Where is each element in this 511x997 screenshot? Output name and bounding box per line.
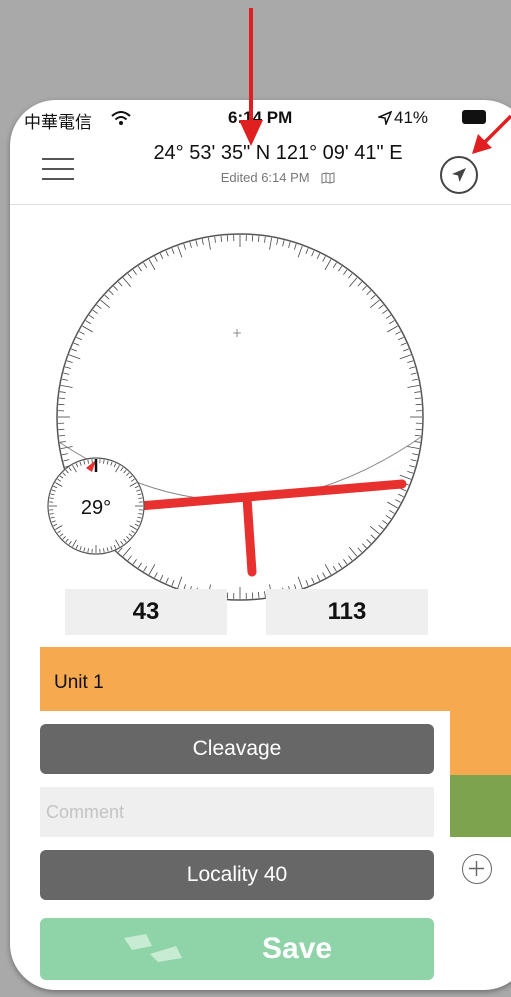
locality-button[interactable]: Locality 40 [40,850,434,900]
dip-readout: 113 [266,589,428,635]
unit-row[interactable] [40,647,511,711]
unit-row-extension-green [450,775,511,837]
map-icon[interactable] [321,172,335,184]
save-label: Save [262,932,333,965]
dip-line [242,493,257,577]
edited-subtitle: Edited 6:14 PM [108,170,448,185]
dip-angle-label: 29° [81,497,111,519]
hamburger-menu-icon[interactable] [42,158,74,180]
save-icon [124,934,182,962]
unit-row-extension-orange [450,711,511,775]
battery-percent: 41% [394,108,429,127]
edited-timestamp: Edited 6:14 PM [220,170,310,185]
annotation-arrow-down-icon [239,8,263,146]
navigation-arrow-icon [452,168,466,182]
coordinates-title: 24° 53' 35" N 121° 09' 41" E [153,142,403,164]
plus-circle-icon[interactable] [462,854,492,884]
strike-readout: 43 [65,589,227,635]
save-button[interactable]: Save [40,918,434,980]
annotation-arrow-diagonal-icon [472,114,511,154]
comment-field[interactable] [40,787,434,837]
locate-button[interactable] [440,156,478,194]
location-arrow-icon [378,111,392,125]
dip-dial: 29° [47,457,145,555]
svg-text:+: + [232,326,242,340]
unit-label: Unit 1 [54,672,104,693]
carrier-label: 中華電信 [24,113,92,132]
wifi-icon [111,111,131,125]
feature-type-button[interactable]: Cleavage [40,724,434,774]
phone-screen: 中華電信 6:14 PM 41% 24° 53' 35" N 121° 09' … [10,100,511,990]
